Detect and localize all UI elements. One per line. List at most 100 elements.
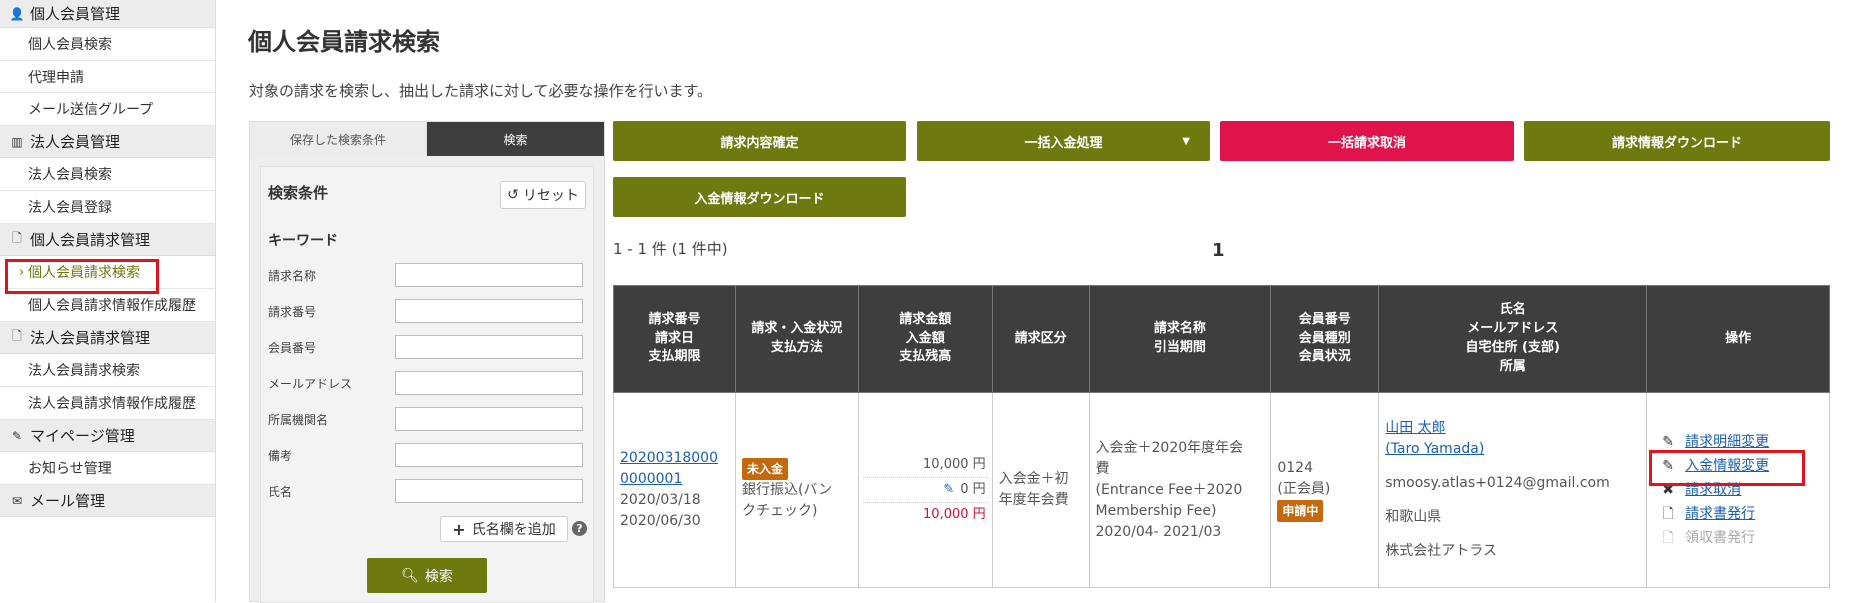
issue-invoice-link[interactable]: 請求書発行	[1685, 504, 1755, 525]
affiliation-input[interactable]	[395, 407, 583, 431]
header-text: 操作	[1725, 330, 1752, 346]
field-label: 会員番号	[268, 340, 317, 355]
chevron-right-icon: ›	[19, 264, 25, 280]
header-text: 請求金額	[899, 311, 952, 327]
header-text: 請求名称	[1153, 321, 1206, 337]
sidebar-item-corporate-search[interactable]: 法人会員検索	[0, 158, 215, 191]
sidebar-item-label: 個人会員検索	[28, 37, 112, 53]
field-label: 請求番号	[268, 304, 317, 319]
confirm-invoice-button[interactable]: 請求内容確定	[613, 121, 906, 161]
pencil-icon[interactable]: ✎	[943, 482, 954, 497]
invoice-number-link[interactable]: 20200318000 0000001	[620, 450, 718, 487]
invoice-number-part: 20200318000	[620, 450, 718, 466]
header-text: 会員状況	[1298, 349, 1351, 365]
search-button[interactable]: 🔍︎ 検索	[367, 558, 487, 593]
field-label: メールアドレス	[268, 376, 353, 391]
member-status-badge: 申請中	[1277, 500, 1324, 522]
person-icon: 👤	[9, 6, 25, 21]
remarks-input[interactable]	[395, 443, 583, 467]
header-text: 支払期限	[648, 349, 701, 365]
sidebar-section-personal[interactable]: 👤 個人会員管理	[0, 0, 215, 28]
invoice-number-part: 0000001	[620, 471, 683, 487]
sidebar-item-corporate-register[interactable]: 法人会員登録	[0, 191, 215, 224]
add-name-field-button[interactable]: + 氏名欄を追加	[440, 516, 568, 542]
sidebar-section-mail[interactable]: ✉ メール管理	[0, 485, 215, 517]
document-icon: 🗋	[12, 329, 22, 343]
member-type: (正会員)	[1277, 481, 1331, 497]
edit-payment-link[interactable]: 入金情報変更	[1685, 456, 1769, 477]
tab-saved-conditions[interactable]: 保存した検索条件	[250, 122, 427, 156]
invoice-name-input[interactable]	[395, 263, 583, 287]
sidebar-item-personal-billing-search[interactable]: › 個人会員請求検索	[0, 256, 215, 294]
address-text: 和歌山県	[1385, 508, 1442, 525]
help-icon[interactable]: ?	[572, 521, 587, 536]
download-invoice-button[interactable]: 請求情報ダウンロード	[1524, 121, 1830, 161]
tab-search[interactable]: 検索	[427, 122, 604, 156]
header-text: 入金額	[905, 330, 945, 346]
email-text: smoosy.atlas+0124@gmail.com	[1385, 475, 1610, 492]
sidebar-item-notices[interactable]: お知らせ管理	[0, 452, 215, 485]
invoice-name-text: 入会金＋2020年度年会	[1095, 439, 1244, 456]
caret-down-icon: ▼	[1182, 135, 1190, 147]
member-number-input[interactable]	[395, 335, 583, 359]
edit-payment-op: ✎ 入金情報変更	[1649, 449, 1823, 486]
sidebar-item-mail-group[interactable]: メール送信グループ	[0, 93, 215, 126]
field-remarks: 備考	[268, 443, 583, 467]
sidebar-item-label: 法人会員請求検索	[28, 363, 140, 379]
sidebar-section-label: 個人会員管理	[30, 5, 121, 23]
pagination-page-1[interactable]: 1	[1212, 240, 1225, 261]
payment-method: クチェック)	[741, 503, 818, 519]
pencil-icon: ✎	[1662, 457, 1675, 474]
email-input[interactable]	[395, 371, 583, 395]
sidebar-item-corporate-billing-history[interactable]: 法人会員請求情報作成履歴	[0, 387, 215, 420]
person-name-link[interactable]: 山田 太郎 (Taro Yamada)	[1385, 420, 1484, 458]
sidebar-section-corporate-billing[interactable]: 🗋 法人会員請求管理	[0, 322, 215, 354]
field-label: 所属機関名	[268, 412, 329, 427]
category-text: 年度年会費	[998, 492, 1069, 508]
sidebar-item-corporate-billing-search[interactable]: 法人会員請求検索	[0, 354, 215, 387]
document-icon: 🗋	[12, 231, 22, 245]
cell-person: 山田 太郎 (Taro Yamada) smoosy.atlas+0124@gma…	[1378, 392, 1648, 588]
bulk-cancel-button[interactable]: 一括請求取消	[1220, 121, 1514, 161]
header-invoice-name: 請求名称 引当期間	[1088, 285, 1272, 393]
person-name: 山田 太郎	[1385, 419, 1446, 436]
invoice-date: 2020/03/18	[620, 492, 701, 508]
bulk-payment-button[interactable]: 一括入金処理 ▼	[917, 121, 1210, 161]
field-affiliation: 所属機関名	[268, 407, 583, 431]
field-name: 氏名	[268, 479, 583, 503]
sidebar-item-label: 個人会員請求情報作成履歴	[28, 298, 196, 314]
sidebar-section-personal-billing[interactable]: 🗋 個人会員請求管理	[0, 224, 215, 256]
issue-invoice-op: 🗋 請求書発行	[1661, 504, 1823, 525]
cell-member: 0124 (正会員) 申請中	[1270, 392, 1380, 588]
mail-icon: ✉	[11, 493, 23, 508]
header-text: 会員番号	[1298, 311, 1351, 327]
header-operations: 操作	[1646, 285, 1830, 393]
header-text: 氏名	[1499, 302, 1526, 318]
sidebar-item-label: 代理申請	[28, 69, 84, 86]
name-input[interactable]	[395, 479, 583, 503]
add-name-label: 氏名欄を追加	[471, 522, 556, 538]
amount-block: 10,000 円 ✎ 0 円 10,000 円	[862, 453, 988, 528]
download-payment-button[interactable]: 入金情報ダウンロード	[613, 177, 906, 217]
sidebar-item-label: メール送信グループ	[28, 102, 154, 118]
invoice-name-text: 費	[1095, 460, 1110, 477]
sidebar-item-personal-billing-history[interactable]: 個人会員請求情報作成履歴	[0, 289, 215, 322]
sidebar-item-proxy-application[interactable]: 代理申請	[0, 61, 215, 93]
header-text: 請求区分	[1014, 330, 1067, 346]
reset-button[interactable]: ↺ リセット	[500, 181, 586, 209]
allocation-period: 2020/04- 2021/03	[1095, 523, 1222, 540]
sidebar-item-label: 法人会員登録	[28, 200, 112, 216]
field-label: 請求名称	[268, 268, 317, 283]
amount-billed: 10,000 円	[923, 456, 986, 472]
sidebar-section-corporate[interactable]: ▥ 法人会員管理	[0, 126, 215, 158]
sidebar-section-mypage[interactable]: ✎ マイページ管理	[0, 420, 215, 452]
cell-category: 入会金＋初 年度年会費	[991, 392, 1090, 588]
sidebar: 👤 個人会員管理 個人会員検索 代理申請 メール送信グループ ▥ 法人会員管理 …	[0, 0, 216, 602]
bulk-payment-label: 一括入金処理	[1024, 135, 1103, 151]
sidebar-item-label: 法人会員検索	[28, 167, 112, 183]
header-amount: 請求金額 入金額 支払残高	[857, 285, 993, 393]
field-email: メールアドレス	[268, 371, 583, 395]
invoice-number-input[interactable]	[395, 299, 583, 323]
sidebar-item-personal-search[interactable]: 個人会員検索	[0, 28, 215, 61]
page-title: 個人会員請求検索	[248, 28, 440, 56]
